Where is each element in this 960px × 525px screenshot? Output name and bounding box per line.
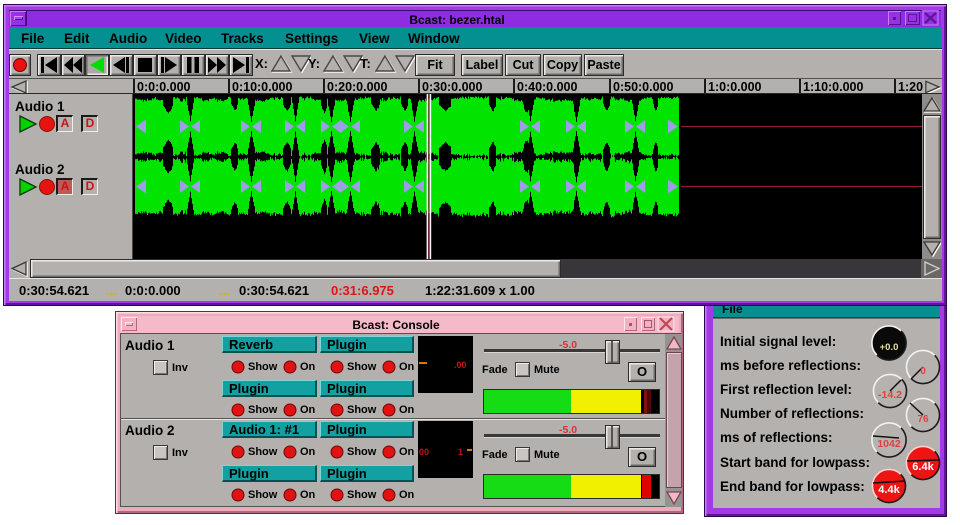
svg-text:+0.0: +0.0 bbox=[880, 342, 899, 353]
svg-text:1042: 1042 bbox=[877, 438, 901, 450]
svg-text:4.4k: 4.4k bbox=[878, 484, 900, 496]
svg-text:76: 76 bbox=[917, 414, 929, 425]
svg-text:-14.2: -14.2 bbox=[878, 389, 902, 401]
svg-text:0: 0 bbox=[920, 366, 926, 377]
svg-text:6.4k: 6.4k bbox=[912, 461, 934, 473]
